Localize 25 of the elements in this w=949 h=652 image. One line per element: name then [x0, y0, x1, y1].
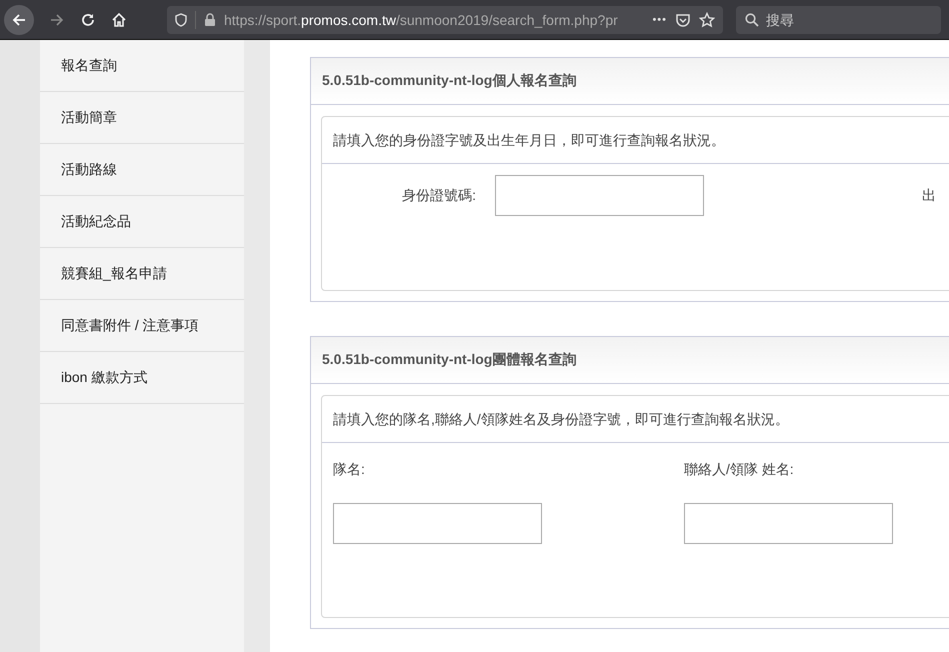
- more-icon[interactable]: •••: [652, 14, 667, 26]
- reload-icon[interactable]: [80, 12, 96, 28]
- field-label: 出: [922, 186, 936, 205]
- address-bar[interactable]: https://sport.promos.com.tw/sunmoon2019/search_form.php?pr •••: [167, 6, 723, 34]
- search-icon: [745, 12, 759, 26]
- field-label: 身份證號碼:: [401, 186, 476, 205]
- home-icon[interactable]: [111, 12, 127, 28]
- lock-icon: [204, 12, 216, 26]
- input-field[interactable]: [495, 175, 704, 216]
- input-field[interactable]: [684, 503, 893, 544]
- instruction-text: 請填入您的隊名,聯絡人/領隊姓名及身份證字號，即可進行查詢報名狀況。: [322, 396, 949, 443]
- search-field[interactable]: 搜尋: [736, 6, 941, 34]
- back-arrow-icon: [11, 12, 27, 28]
- input-field[interactable]: [333, 503, 542, 544]
- pocket-icon[interactable]: [675, 12, 691, 28]
- forward-icon[interactable]: [49, 12, 65, 28]
- instruction-text: 請填入您的身份證字號及出生年月日，即可進行查詢報名狀況。: [322, 117, 949, 164]
- url-text: https://sport.promos.com.tw/sunmoon2019/search_form.php?pr: [224, 12, 619, 28]
- field-label: 聯絡人/領隊 姓名:: [684, 461, 795, 479]
- field-label: 隊名:: [333, 461, 366, 479]
- panel-title: 5.0.51b-community-nt-log團體報名查詢: [322, 351, 576, 369]
- panel-title: 5.0.51b-community-nt-log個人報名查詢: [322, 72, 576, 90]
- shield-icon[interactable]: [175, 12, 187, 26]
- star-icon[interactable]: [699, 12, 715, 28]
- back-button[interactable]: [4, 4, 34, 34]
